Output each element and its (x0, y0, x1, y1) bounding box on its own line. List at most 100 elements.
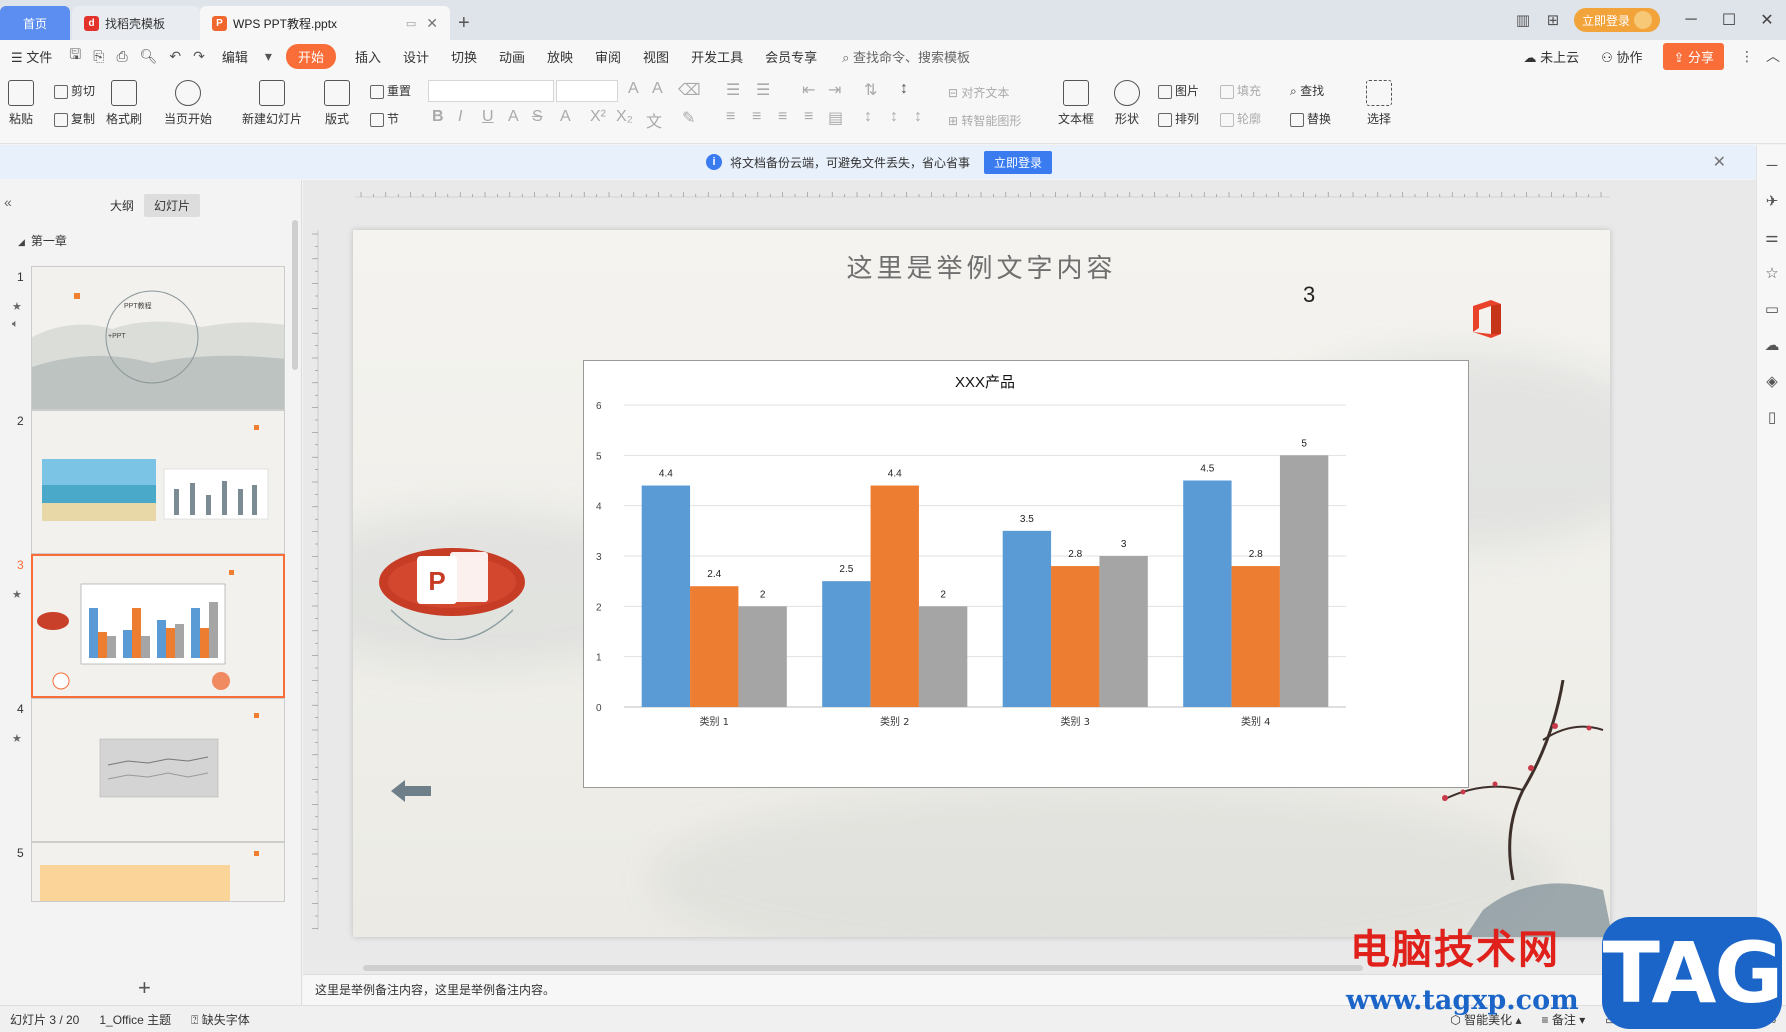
strikethrough-icon[interactable]: S (532, 108, 543, 126)
save-icon[interactable]: 🖫 (63, 44, 87, 68)
comment-pane-icon[interactable]: ▭ (1757, 291, 1786, 327)
text-direction-icon[interactable]: ⇅ (864, 80, 877, 100)
new-slide-button[interactable]: 新建幻灯片 (242, 80, 302, 127)
font-size-select[interactable] (556, 80, 618, 102)
clear-format-icon[interactable]: ⌫ (678, 80, 701, 100)
increase-font-icon[interactable]: A (628, 80, 639, 98)
more-icon[interactable]: ⋮ (1734, 48, 1760, 65)
panel-scrollbar[interactable] (292, 220, 298, 370)
share-button[interactable]: ⇪ 分享 (1663, 42, 1724, 70)
distribute-icon[interactable]: ▤ (828, 108, 843, 128)
align-right-icon[interactable]: ≡ (778, 108, 787, 126)
scroll-thumb[interactable] (363, 965, 1363, 971)
bar-chart[interactable]: XXX产品 0 1 2 3 4 5 6 4.4 2.4 2 类别 1 2.5 4.4 2 类别 2 3.5 2.… (583, 360, 1469, 788)
menu-tab-insert[interactable]: 插入 (344, 47, 392, 66)
shape-button[interactable]: 形状 (1114, 80, 1140, 127)
bullet-list-icon[interactable]: ☰ (726, 80, 740, 100)
powerpoint-logo[interactable]: P (377, 530, 537, 640)
collapse-ribbon-icon[interactable]: ︿ (1760, 46, 1786, 66)
slide-number[interactable]: 3 (1303, 282, 1315, 308)
phonetic-icon[interactable]: 文 (646, 108, 662, 132)
notice-login-button[interactable]: 立即登录 (984, 150, 1053, 174)
reset-button[interactable]: 重置 (370, 82, 411, 99)
collapse-panel-icon[interactable]: « (4, 194, 12, 210)
back-arrow[interactable] (389, 778, 433, 804)
decrease-indent-icon[interactable]: ⇤ (802, 80, 815, 100)
menu-tab-developer[interactable]: 开发工具 (680, 47, 754, 66)
menu-tab-review[interactable]: 审阅 (584, 47, 632, 66)
tab-template[interactable]: d 找稻壳模板 (72, 6, 200, 40)
select-button[interactable]: 选择 (1366, 80, 1392, 127)
undo-icon[interactable]: ↶ (163, 48, 187, 65)
tab-close-icon[interactable]: ✕ (426, 15, 438, 32)
slide-title[interactable]: 这里是举例文字内容 (353, 248, 1610, 285)
add-slide-button[interactable]: + (138, 975, 151, 1001)
align-center-icon[interactable]: ≡ (752, 108, 761, 126)
location-icon[interactable]: ◈ (1757, 363, 1786, 399)
close-window-icon[interactable]: ✕ (1748, 10, 1786, 30)
properties-icon[interactable]: ⚌ (1757, 219, 1786, 255)
command-search[interactable]: ⌕ 查找命令、搜索模板 (842, 47, 970, 66)
slide-thumbnail[interactable] (31, 842, 285, 902)
align-left-icon[interactable]: ≡ (726, 108, 735, 126)
missing-font-button[interactable]: ⍰ 缺失字体 (181, 1011, 260, 1028)
collab-button[interactable]: ⚇ 协作 (1590, 47, 1653, 66)
menu-tab-slideshow[interactable]: 放映 (536, 47, 584, 66)
slide-thumbnail-active[interactable] (31, 554, 285, 698)
export-icon[interactable]: ⎘ (87, 48, 110, 65)
columns-icon[interactable]: ↕ (914, 108, 922, 126)
quick-access-dropdown-icon[interactable]: ▾ (259, 48, 278, 65)
theme-name[interactable]: 1_Office 主题 (89, 1011, 181, 1028)
menu-edit[interactable]: 编辑 (211, 47, 259, 66)
apps-grid-icon[interactable]: ⊞ (1538, 11, 1568, 29)
redo-icon[interactable]: ↷ (187, 48, 211, 65)
login-button[interactable]: 立即登录 (1573, 8, 1660, 32)
animation-pane-icon[interactable]: ✈ (1757, 183, 1786, 219)
cut-button[interactable]: 剪切 (54, 82, 95, 99)
tab-slides[interactable]: 幻灯片 (144, 194, 201, 217)
preview-icon[interactable]: 🔍︎ (134, 48, 164, 65)
find-button[interactable]: ⌕ 查找 (1290, 82, 1324, 99)
decrease-font-icon[interactable]: A (652, 80, 663, 98)
menu-tab-design[interactable]: 设计 (392, 47, 440, 66)
justify-icon[interactable]: ≡ (804, 108, 813, 126)
fill-button[interactable]: 填充 (1220, 82, 1261, 99)
office-logo[interactable] (1469, 298, 1505, 340)
outline-button[interactable]: 轮廓 (1220, 110, 1261, 127)
replace-button[interactable]: 替换 (1290, 110, 1331, 127)
superscript-icon[interactable]: X² (590, 108, 606, 126)
maximize-icon[interactable]: ☐ (1710, 10, 1748, 30)
picture-button[interactable]: 图片 (1158, 82, 1199, 99)
section-header[interactable]: ◢ 第一章 (18, 232, 67, 249)
italic-icon[interactable]: I (458, 108, 462, 126)
tab-outline[interactable]: 大纲 (100, 194, 144, 217)
convert-smartart-button[interactable]: ⊞ 转智能图形 (948, 112, 1021, 129)
slide-thumbnail[interactable] (31, 410, 285, 554)
menu-tab-member[interactable]: 会员专享 (754, 47, 828, 66)
paste-button[interactable]: 粘贴 (8, 80, 34, 127)
font-name-select[interactable] (428, 80, 554, 102)
subscript-icon[interactable]: X₂ (616, 108, 633, 126)
numbered-list-icon[interactable]: ☰ (756, 80, 770, 100)
increase-indent-icon[interactable]: ⇥ (828, 80, 841, 100)
notice-close-icon[interactable]: ✕ (1713, 152, 1726, 172)
menu-tab-animation[interactable]: 动画 (488, 47, 536, 66)
layout-button[interactable]: 版式 (324, 80, 350, 127)
print-icon[interactable]: ⎙ (110, 48, 133, 65)
highlight-icon[interactable]: ✎ (682, 108, 695, 128)
custom-animation-icon[interactable]: ☆ (1757, 255, 1786, 291)
menu-file[interactable]: ☰ 文件 (0, 47, 63, 66)
format-painter-button[interactable]: 格式刷 (106, 80, 142, 127)
slide-thumbnail[interactable]: PPT教程 +PPT (31, 266, 285, 410)
line-spacing-icon[interactable]: ↕ (864, 108, 872, 126)
underline-icon[interactable]: U (482, 108, 494, 126)
tab-home[interactable]: 首页 (0, 6, 70, 40)
section-button[interactable]: 节 (370, 110, 399, 127)
align-text-button[interactable]: ⊟ 对齐文本 (948, 84, 1009, 101)
text-shadow-icon[interactable]: A (508, 108, 519, 126)
slide-canvas[interactable]: 这里是举例文字内容 3 P XXX产品 0 1 2 3 4 5 6 4.4 2.4 2 类别 1 (353, 230, 1610, 937)
sort-icon[interactable]: ↕ (900, 80, 908, 98)
bold-icon[interactable]: B (432, 108, 444, 126)
play-current-button[interactable]: 当页开始 (164, 80, 212, 127)
cloud-status[interactable]: ☁ 未上云 (1513, 47, 1591, 66)
